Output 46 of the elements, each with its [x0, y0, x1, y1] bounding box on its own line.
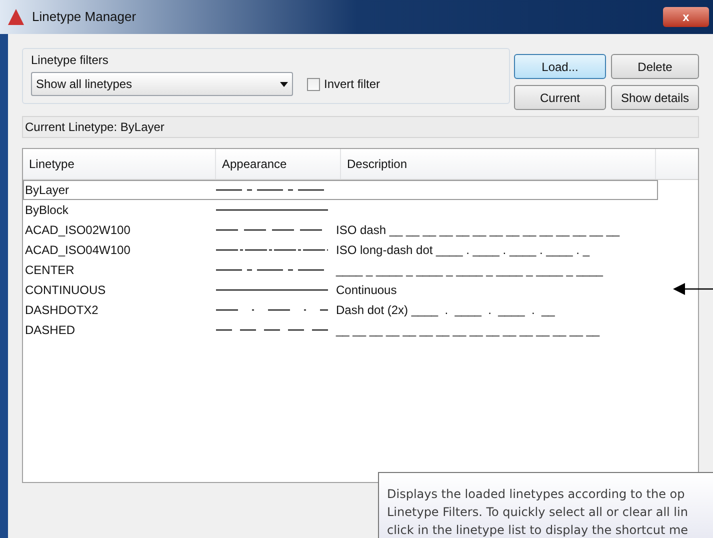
close-button[interactable]: x: [663, 7, 709, 27]
linetype-row[interactable]: CONTINUOUS Continuous: [23, 280, 658, 300]
linetype-name: ByBlock: [24, 202, 70, 219]
dialog-button[interactable]: Load...: [514, 54, 606, 79]
invert-checkbox[interactable]: [307, 78, 320, 90]
column-header[interactable]: Description: [341, 149, 656, 179]
linetype-name: DASHDOTX2: [24, 302, 100, 319]
linetype-name: ACAD_ISO02W100: [24, 222, 132, 239]
invert-filter-label: Invert filter: [324, 76, 380, 93]
linetype-preview-icon: [216, 248, 328, 252]
dialog-button[interactable]: Show details: [611, 85, 699, 110]
linetype-description: Dash dot (2x) ____ . ____ . ____ . __: [336, 302, 555, 319]
linetype-name: ACAD_ISO04W100: [24, 242, 132, 259]
filter-dropdown[interactable]: Show all linetypes: [31, 72, 293, 96]
linetype-name: ByLayer: [24, 182, 70, 199]
tooltip-text: Displays the loaded linetypes according to the op: [387, 486, 685, 503]
window-title: Linetype Manager: [32, 8, 136, 26]
linetype-row[interactable]: ACAD_ISO04W100 ISO long-dash dot ____ . ____ . ____ . ____ . _: [23, 240, 658, 260]
linetype-row[interactable]: DASHDOTX2 Dash dot (2x) ____ . ____ . ____ . __: [23, 300, 658, 320]
linetype-description: Continuous: [336, 282, 397, 299]
linetype-row[interactable]: ByBlock: [23, 200, 658, 220]
linetype-description: ISO dash __ __ __ __ __ __ __ __ __ __ __ __ __ __: [336, 222, 620, 239]
linetype-preview-icon: [216, 328, 328, 332]
linetype-description: ____ _ ____ _ ____ _ ____ _ ____ _ ____ _ ____: [336, 262, 603, 279]
linetype-preview-icon: [216, 288, 328, 292]
dialog-button[interactable]: Delete: [611, 54, 699, 79]
linetype-description: ISO long-dash dot ____ . ____ . ____ . ____ . _: [336, 242, 590, 259]
pointer-arrow-icon: [673, 283, 713, 295]
tooltip-text: click in the linetype list to display the shortcut me: [387, 522, 688, 538]
linetype-description: __ __ __ __ __ __ __ __ __ __ __ __ __ __ __ __: [336, 322, 600, 339]
linetype-name: CENTER: [24, 262, 76, 279]
column-header[interactable]: Linetype: [23, 149, 216, 179]
dialog-button[interactable]: Current: [514, 85, 606, 110]
linetype-preview-icon: [216, 308, 328, 312]
group-legend: Linetype filters: [31, 51, 501, 69]
column-header[interactable]: Appearance: [216, 149, 341, 179]
dropdown-caret-icon: [280, 82, 288, 86]
linetype-preview-icon: [216, 208, 328, 212]
linetype-row[interactable]: DASHED __ __ __ __ __ __ __ __ __ __ __ __ __ __ __ __: [23, 320, 658, 340]
linetype-row[interactable]: CENTER ____ _ ____ _ ____ _ ____ _ ____ _ ____ _ ____: [23, 260, 658, 280]
linetype-row[interactable]: ByLayer: [23, 180, 658, 200]
current-linetype-bar: Current Linetype: ByLayer: [22, 116, 699, 138]
linetype-name: DASHED: [24, 322, 76, 339]
tooltip-text: Linetype Filters. To quickly select all or clear all lin: [387, 504, 688, 521]
linetype-row[interactable]: ACAD_ISO02W100 ISO dash __ __ __ __ __ __ __ __ __ __ __ __ __ __: [23, 220, 658, 240]
linetype-name: CONTINUOUS: [24, 282, 107, 299]
